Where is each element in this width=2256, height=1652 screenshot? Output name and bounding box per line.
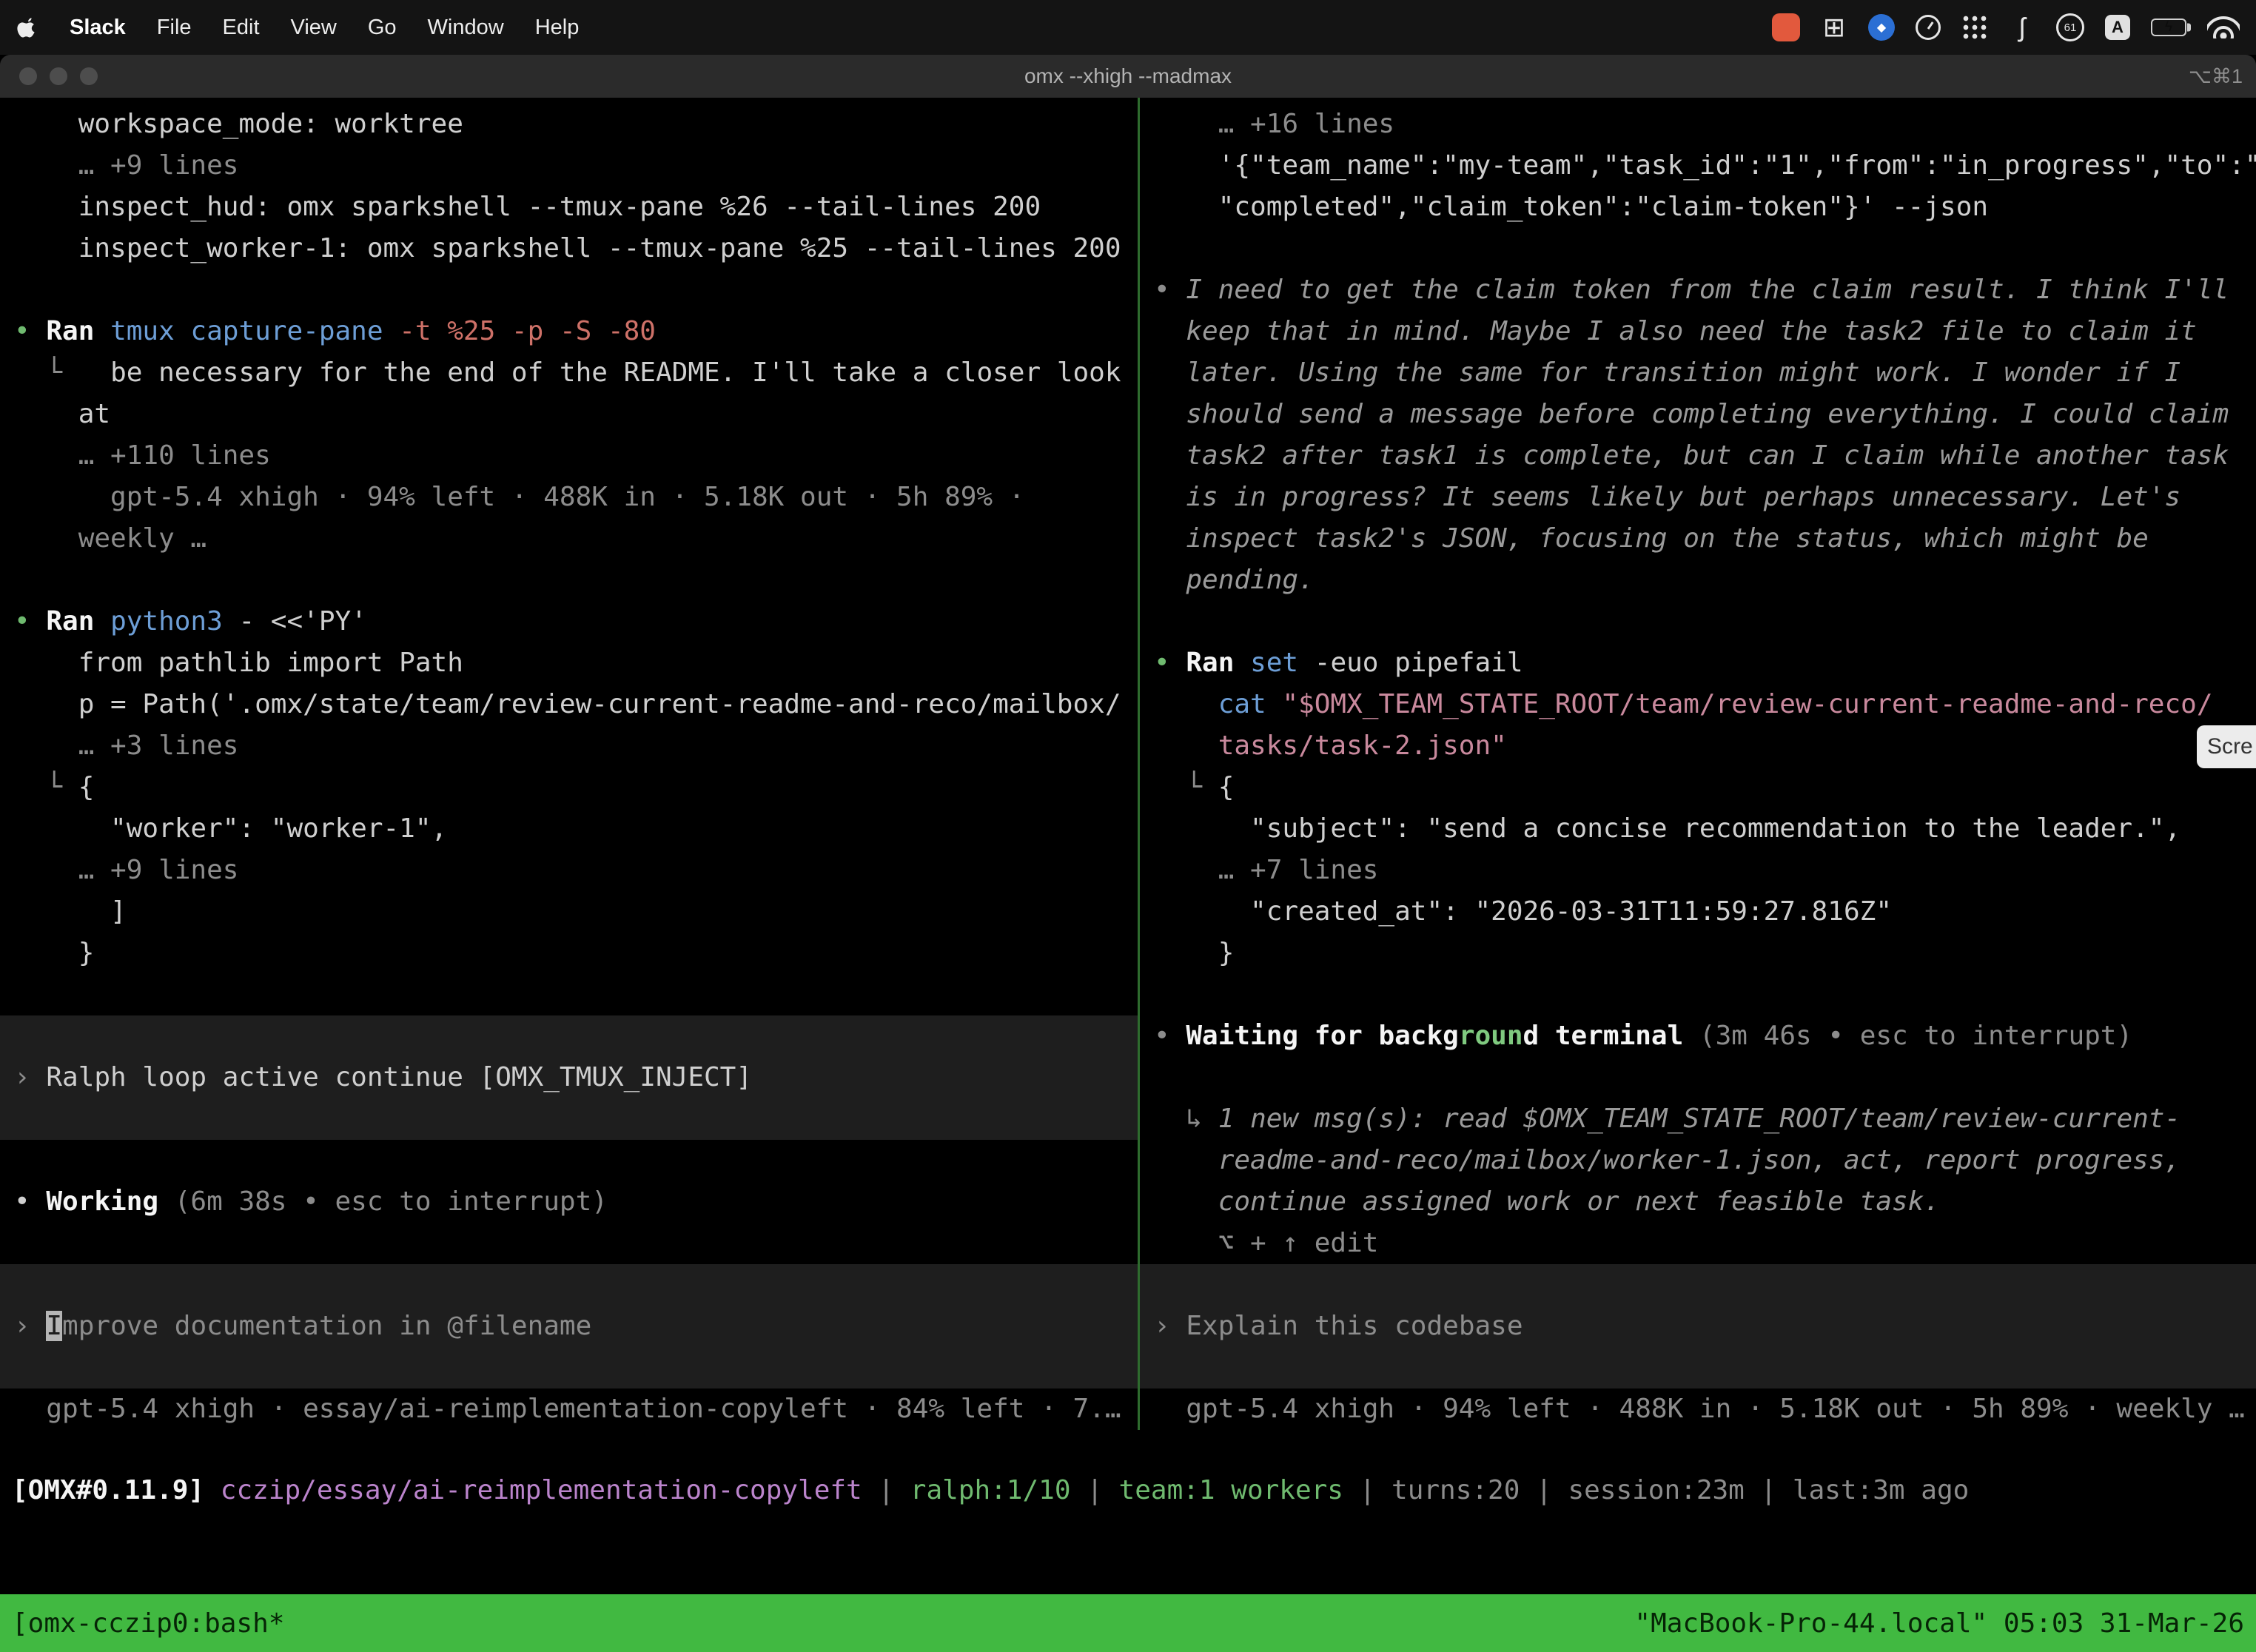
terminal-line: … +110 lines — [0, 435, 1138, 477]
terminal-line — [0, 1223, 1138, 1264]
terminal-line: gpt-5.4 xhigh · essay/ai-reimplementatio… — [0, 1389, 1138, 1430]
terminal-line: '{"team_name":"my-team","task_id":"1","f… — [1140, 145, 2256, 187]
menu-item-file[interactable]: File — [157, 16, 192, 40]
terminal-line — [0, 269, 1138, 311]
terminal-line: gpt-5.4 xhigh · 94% left · 488K in · 5.1… — [1140, 1389, 2256, 1430]
terminal-line: cat "$OMX_TEAM_STATE_ROOT/team/review-cu… — [1140, 684, 2256, 725]
terminal-line: ] — [0, 891, 1138, 933]
menu-item-edit[interactable]: Edit — [223, 16, 260, 40]
battery-icon[interactable]: ϟ — [2151, 19, 2186, 36]
menu-items: Slack File Edit View Go Window Help — [70, 16, 579, 40]
terminal-line — [0, 974, 1138, 1015]
tmux-status-bar: [omx-cczip0:bash* "MacBook-Pro-44.local"… — [0, 1594, 2256, 1652]
terminal-line: • Ran set -euo pipefail — [1140, 642, 2256, 684]
terminal-line: readme-and-reco/mailbox/worker-1.json, a… — [1140, 1140, 2256, 1181]
minimize-button[interactable] — [50, 67, 67, 85]
terminal-line: • Waiting for background terminal (3m 46… — [1140, 1015, 2256, 1057]
terminal-line — [1140, 601, 2256, 642]
gauge-icon[interactable]: 61 — [2056, 13, 2084, 41]
terminal-line: keep that in mind. Maybe I also need the… — [1140, 311, 2256, 352]
terminal-line: task2 after task1 is complete, but can I… — [1140, 435, 2256, 477]
menu-item-go[interactable]: Go — [368, 16, 397, 40]
wifi-icon[interactable] — [2207, 16, 2240, 38]
terminal-line: tasks/task-2.json" — [1140, 725, 2256, 767]
terminal-line: └ { — [0, 767, 1138, 808]
terminal-line: should send a message before completing … — [1140, 394, 2256, 435]
terminal-line: ⌥ + ↑ edit — [1140, 1223, 2256, 1264]
window-title-bar: omx --xhigh --madmax ⌥⌘1 — [0, 55, 2256, 98]
terminal-line: weekly … — [0, 518, 1138, 560]
prompt-input-row[interactable]: › Explain this codebase — [1140, 1264, 2256, 1389]
terminal-line — [0, 1140, 1138, 1181]
terminal-line — [1140, 228, 2256, 269]
terminal-line: later. Using the same for transition mig… — [1140, 352, 2256, 394]
terminal-line: inspect_worker-1: omx sparkshell --tmux-… — [0, 228, 1138, 269]
tmux-host-clock: "MacBook-Pro-44.local" 05:03 31-Mar-26 — [1634, 1608, 2244, 1639]
terminal-line: is in progress? It seems likely but perh… — [1140, 477, 2256, 518]
terminal-line: • Ran python3 - <<'PY' — [0, 601, 1138, 642]
input-source-icon[interactable]: A — [2105, 15, 2130, 40]
terminal-line: } — [1140, 933, 2256, 974]
terminal-line: ↳ 1 new msg(s): read $OMX_TEAM_STATE_ROO… — [1140, 1098, 2256, 1140]
screen-tooltip: Scre — [2197, 725, 2256, 768]
terminal-line: … +3 lines — [0, 725, 1138, 767]
terminal-line: └ { — [1140, 767, 2256, 808]
window-title: omx --xhigh --madmax — [0, 64, 2256, 88]
terminal-line: "subject": "send a concise recommendatio… — [1140, 808, 2256, 850]
menu-bar: Slack File Edit View Go Window Help ⊞ ◆ ʃ 61 Aϟ — [0, 0, 2256, 55]
menu-item-window[interactable]: Window — [428, 16, 504, 40]
clock-icon[interactable] — [1916, 15, 1941, 40]
terminal-line: "worker": "worker-1", — [0, 808, 1138, 850]
traffic-lights — [0, 67, 98, 85]
terminal-line: } — [0, 933, 1138, 974]
terminal-line: gpt-5.4 xhigh · 94% left · 488K in · 5.1… — [0, 477, 1138, 518]
omx-status-line: [OMX#0.11.9] cczip/essay/ai-reimplementa… — [0, 1470, 2256, 1511]
dots-grid-icon[interactable] — [1961, 14, 1988, 41]
status-icons: ⊞ ◆ ʃ 61 Aϟ — [1772, 10, 2240, 44]
terminal-line: … +9 lines — [0, 850, 1138, 891]
terminal-panes: workspace_mode: worktree … +9 lines insp… — [0, 98, 2256, 1430]
window-shortcut: ⌥⌘1 — [2189, 65, 2256, 88]
terminal-line: workspace_mode: worktree — [0, 104, 1138, 145]
tmux-session-window[interactable]: [omx-cczip0:bash* — [12, 1608, 284, 1639]
screen-recording-indicator[interactable] — [1772, 13, 1800, 41]
right-pane[interactable]: … +16 lines '{"team_name":"my-team","tas… — [1140, 98, 2256, 1430]
menu-item-help[interactable]: Help — [535, 16, 580, 40]
compass-icon[interactable]: ◆ — [1868, 14, 1895, 41]
menu-item-slack[interactable]: Slack — [70, 16, 126, 40]
prompt-input-row[interactable]: › Ralph loop active continue [OMX_TMUX_I… — [0, 1015, 1138, 1140]
terminal-line: … +16 lines — [1140, 104, 2256, 145]
terminal-line: • Working (6m 38s • esc to interrupt) — [0, 1181, 1138, 1223]
terminal-line: inspect_hud: omx sparkshell --tmux-pane … — [0, 187, 1138, 228]
terminal-line — [1140, 1057, 2256, 1098]
terminal-line: "completed","claim_token":"claim-token"}… — [1140, 187, 2256, 228]
terminal-line: "created_at": "2026-03-31T11:59:27.816Z" — [1140, 891, 2256, 933]
hook-icon[interactable]: ʃ — [2009, 10, 2035, 44]
menu-item-view[interactable]: View — [291, 16, 337, 40]
close-button[interactable] — [19, 67, 37, 85]
terminal-line: p = Path('.omx/state/team/review-current… — [0, 684, 1138, 725]
apple-menu-icon[interactable] — [16, 16, 38, 38]
terminal-line: from pathlib import Path — [0, 642, 1138, 684]
left-pane[interactable]: workspace_mode: worktree … +9 lines insp… — [0, 98, 1138, 1430]
terminal-line: inspect task2's JSON, focusing on the st… — [1140, 518, 2256, 560]
prompt-input-row[interactable]: › Improve documentation in @filename — [0, 1264, 1138, 1389]
grid-icon[interactable]: ⊞ — [1821, 10, 1847, 44]
terminal-line: • Ran tmux capture-pane -t %25 -p -S -80 — [0, 311, 1138, 352]
menu-left: Slack File Edit View Go Window Help — [16, 16, 579, 40]
terminal-line: … +7 lines — [1140, 850, 2256, 891]
terminal-line: … +9 lines — [0, 145, 1138, 187]
zoom-button[interactable] — [80, 67, 98, 85]
terminal-line — [0, 560, 1138, 601]
terminal-line: continue assigned work or next feasible … — [1140, 1181, 2256, 1223]
terminal-line: └ be necessary for the end of the README… — [0, 352, 1138, 394]
terminal-line: • I need to get the claim token from the… — [1140, 269, 2256, 311]
terminal-line: pending. — [1140, 560, 2256, 601]
terminal-line: at — [0, 394, 1138, 435]
terminal-line — [1140, 974, 2256, 1015]
